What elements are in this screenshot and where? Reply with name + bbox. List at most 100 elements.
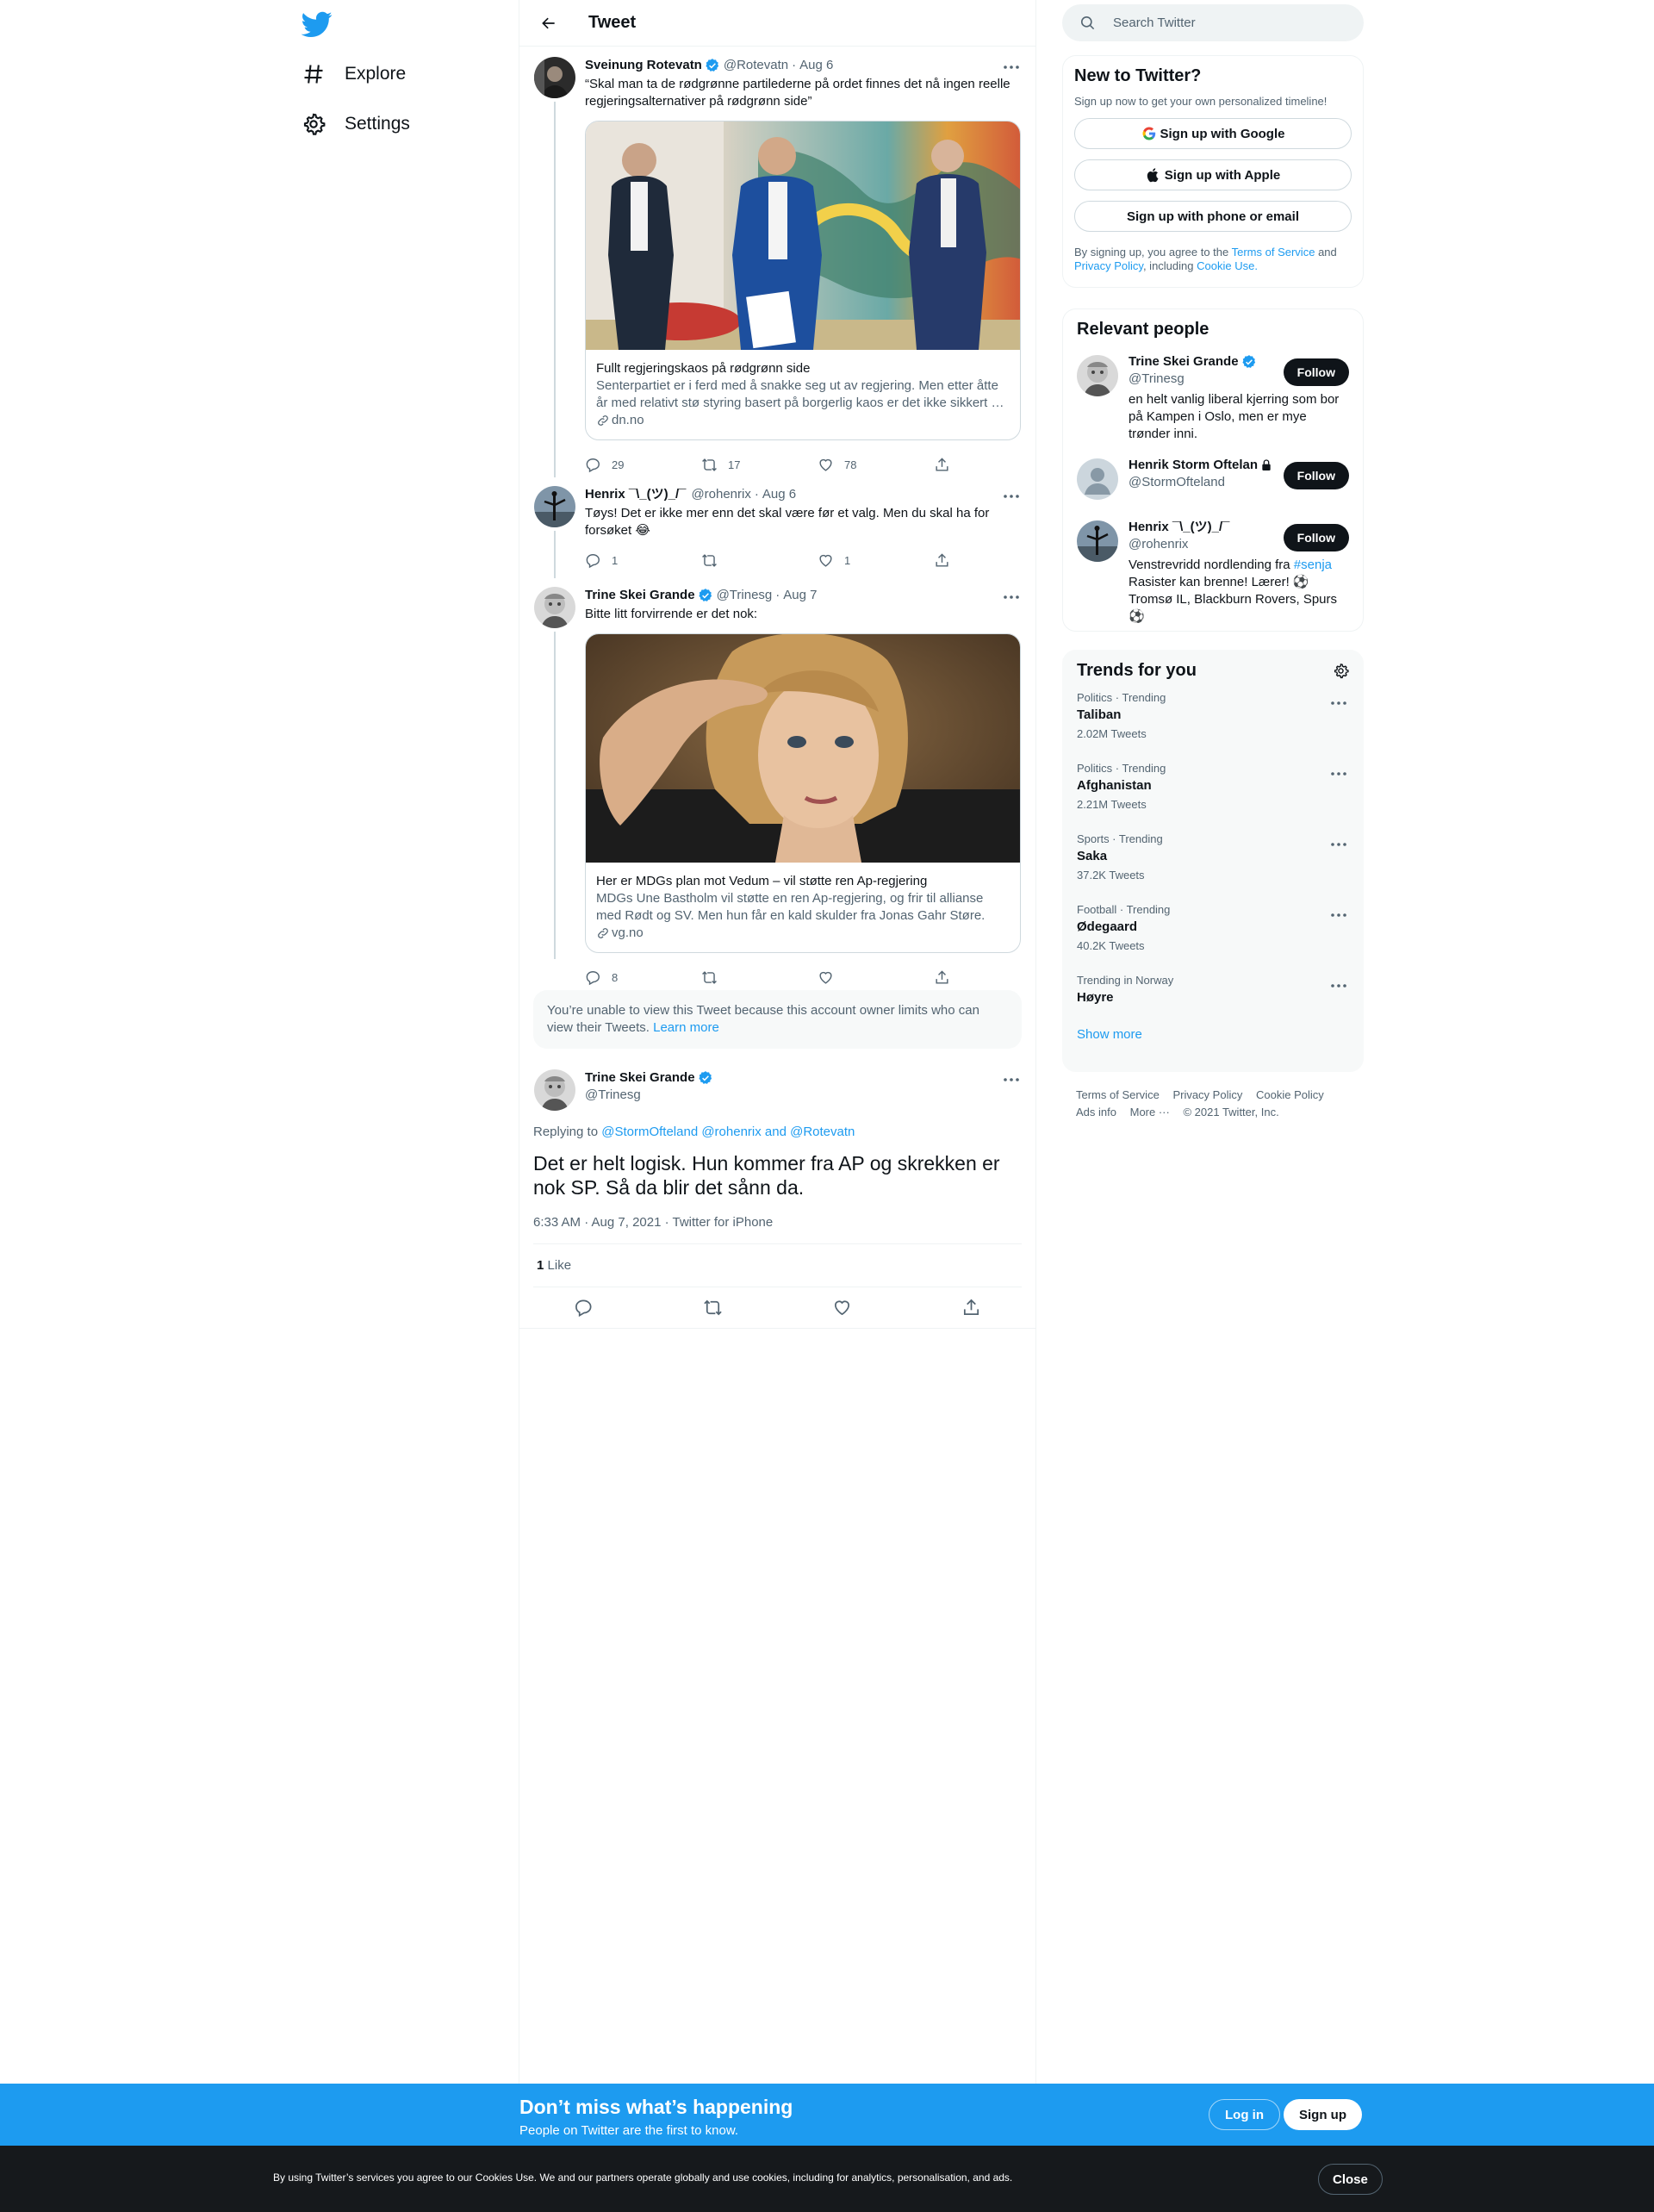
back-button[interactable] [533, 8, 564, 39]
author-name[interactable]: Sveinung Rotevatn [585, 57, 702, 74]
tweet-date[interactable]: Aug 6 [762, 486, 796, 503]
search-input[interactable] [1111, 15, 1335, 31]
search-box[interactable] [1062, 4, 1364, 41]
trend-item[interactable]: Politics · Trending Afghanistan 2.21M Tw… [1077, 751, 1349, 822]
trend-item[interactable]: Football · Trending Ødegaard 40.2K Tweet… [1077, 893, 1349, 963]
retweet-button[interactable] [701, 552, 818, 569]
trend-item[interactable]: Sports · Trending Saka 37.2K Tweets [1077, 822, 1349, 893]
footer-terms-link[interactable]: Terms of Service [1076, 1088, 1160, 1101]
thread-tweet[interactable]: Sveinung Rotevatn @Rotevatn · Aug 6 “Ska… [519, 47, 1035, 477]
like-button[interactable]: 78 [818, 457, 934, 473]
more-options-icon[interactable] [1001, 1069, 1022, 1090]
share-button[interactable] [934, 457, 961, 473]
signup-phone-email-button[interactable]: Sign up with phone or email [1074, 201, 1352, 232]
person-name[interactable]: Henrik Storm Oftelan [1129, 457, 1258, 474]
person-item[interactable]: Follow Trine Skei Grande @Trinesg en hel… [1077, 340, 1349, 443]
reply-button[interactable]: 29 [585, 457, 701, 473]
thread-tweet[interactable]: Henrix ¯\_(ツ)_/¯ @rohenrix · Aug 6 Tøys!… [519, 476, 1035, 578]
tweet-timestamp[interactable]: 6:33 AM · Aug 7, 2021 · Twitter for iPho… [533, 1215, 1022, 1244]
follow-button[interactable]: Follow [1283, 462, 1349, 489]
avatar[interactable] [1077, 520, 1118, 562]
retweet-icon [701, 552, 718, 569]
reply-icon [585, 457, 601, 473]
person-name[interactable]: Trine Skei Grande [1129, 353, 1239, 371]
more-options-icon[interactable] [1001, 486, 1022, 507]
avatar[interactable] [534, 486, 575, 527]
nav-settings[interactable]: Settings [302, 103, 410, 145]
person-handle[interactable]: @rohenrix [1129, 536, 1272, 553]
like-button[interactable] [818, 969, 934, 986]
share-icon[interactable] [961, 1298, 981, 1318]
avatar[interactable] [1077, 458, 1118, 500]
more-options-icon[interactable] [1328, 905, 1349, 925]
author-handle[interactable]: @rohenrix [691, 486, 750, 503]
footer-privacy-link[interactable]: Privacy Policy [1172, 1088, 1242, 1101]
reply-icon [585, 552, 601, 569]
more-options-icon[interactable] [1328, 693, 1349, 713]
reply-count: 1 [612, 553, 619, 567]
like-button[interactable]: 1 [818, 552, 934, 569]
person-handle[interactable]: @StormOfteland [1129, 474, 1272, 491]
reply-count: 8 [612, 970, 619, 984]
trend-meta: Football · Trending [1077, 903, 1171, 916]
login-button[interactable]: Log in [1209, 2099, 1280, 2130]
reply-button[interactable]: 1 [585, 552, 701, 569]
avatar[interactable] [534, 57, 575, 98]
more-options-icon[interactable] [1328, 975, 1349, 996]
footer-more-link[interactable]: More ··· [1130, 1106, 1170, 1118]
share-button[interactable] [934, 552, 961, 569]
more-options-icon[interactable] [1001, 57, 1022, 78]
author-name[interactable]: Trine Skei Grande [585, 587, 695, 604]
cookie-close-button[interactable]: Close [1318, 2164, 1383, 2195]
reply-button[interactable]: 8 [585, 969, 701, 986]
tweet-date[interactable]: Aug 7 [783, 587, 817, 604]
show-more-link[interactable]: Show more [1077, 1027, 1349, 1042]
avatar[interactable] [534, 587, 575, 628]
author-handle[interactable]: @Trinesg [717, 587, 773, 604]
person-handle[interactable]: @Trinesg [1129, 371, 1272, 388]
nav-explore[interactable]: Explore [302, 53, 406, 95]
trend-count: 40.2K Tweets [1077, 939, 1145, 952]
reply-icon[interactable] [574, 1298, 594, 1318]
terms-of-service-link[interactable]: Terms of Service [1232, 246, 1315, 259]
author-name[interactable]: Trine Skei Grande [585, 1069, 695, 1087]
share-button[interactable] [934, 969, 961, 986]
signup-button[interactable]: Sign up [1284, 2099, 1362, 2130]
cookie-use-link[interactable]: Cookie Use. [1197, 259, 1258, 272]
author-handle[interactable]: @Rotevatn [724, 57, 788, 74]
more-options-icon[interactable] [1328, 834, 1349, 855]
retweet-button[interactable]: 17 [701, 457, 818, 473]
person-name[interactable]: Henrix ¯\_(ツ)_/¯ [1129, 519, 1229, 536]
thread-tweet[interactable]: Trine Skei Grande @Trinesg · Aug 7 Bitte… [519, 576, 1035, 988]
heart-icon[interactable] [832, 1298, 852, 1318]
learn-more-link[interactable]: Learn more [653, 1020, 719, 1035]
footer-ads-link[interactable]: Ads info [1076, 1106, 1116, 1118]
more-options-icon[interactable] [1001, 587, 1022, 608]
retweet-button[interactable] [701, 969, 818, 986]
likes-summary[interactable]: 1 Like [533, 1244, 1022, 1287]
retweet-icon[interactable] [703, 1298, 723, 1318]
follow-button[interactable]: Follow [1283, 358, 1349, 386]
link-card[interactable]: Fullt regjeringskaos på rødgrønn side Se… [585, 121, 1021, 440]
trend-item[interactable]: Trending in Norway Høyre [1077, 963, 1349, 1017]
more-options-icon[interactable] [1328, 763, 1349, 784]
person-item[interactable]: Follow Henrix ¯\_(ツ)_/¯ @rohenrix Venstr… [1077, 505, 1349, 626]
signup-apple-label: Sign up with Apple [1164, 167, 1281, 183]
twitter-bird-icon[interactable] [302, 9, 333, 40]
gear-icon[interactable] [1333, 663, 1349, 679]
trend-item[interactable]: Politics · Trending Taliban 2.02M Tweets [1077, 681, 1349, 751]
signup-apple-button[interactable]: Sign up with Apple [1074, 159, 1352, 190]
person-item[interactable]: Follow Henrik Storm Oftelan @StormOftela… [1077, 443, 1349, 505]
tweet-date[interactable]: Aug 6 [799, 57, 833, 74]
avatar[interactable] [534, 1069, 575, 1111]
replying-to-users[interactable]: @StormOfteland @rohenrix and @Rotevatn [601, 1125, 855, 1139]
signup-google-button[interactable]: Sign up with Google [1074, 118, 1352, 149]
link-card[interactable]: Her er MDGs plan mot Vedum – vil støtte … [585, 633, 1021, 953]
privacy-policy-link[interactable]: Privacy Policy [1074, 259, 1143, 272]
author-name[interactable]: Henrix ¯\_(ツ)_/¯ [585, 486, 686, 503]
follow-button[interactable]: Follow [1283, 524, 1349, 551]
footer-cookie-link[interactable]: Cookie Policy [1256, 1088, 1324, 1101]
hashtag-link[interactable]: #senja [1294, 558, 1332, 572]
author-handle[interactable]: @Trinesg [585, 1087, 1022, 1104]
avatar[interactable] [1077, 355, 1118, 396]
